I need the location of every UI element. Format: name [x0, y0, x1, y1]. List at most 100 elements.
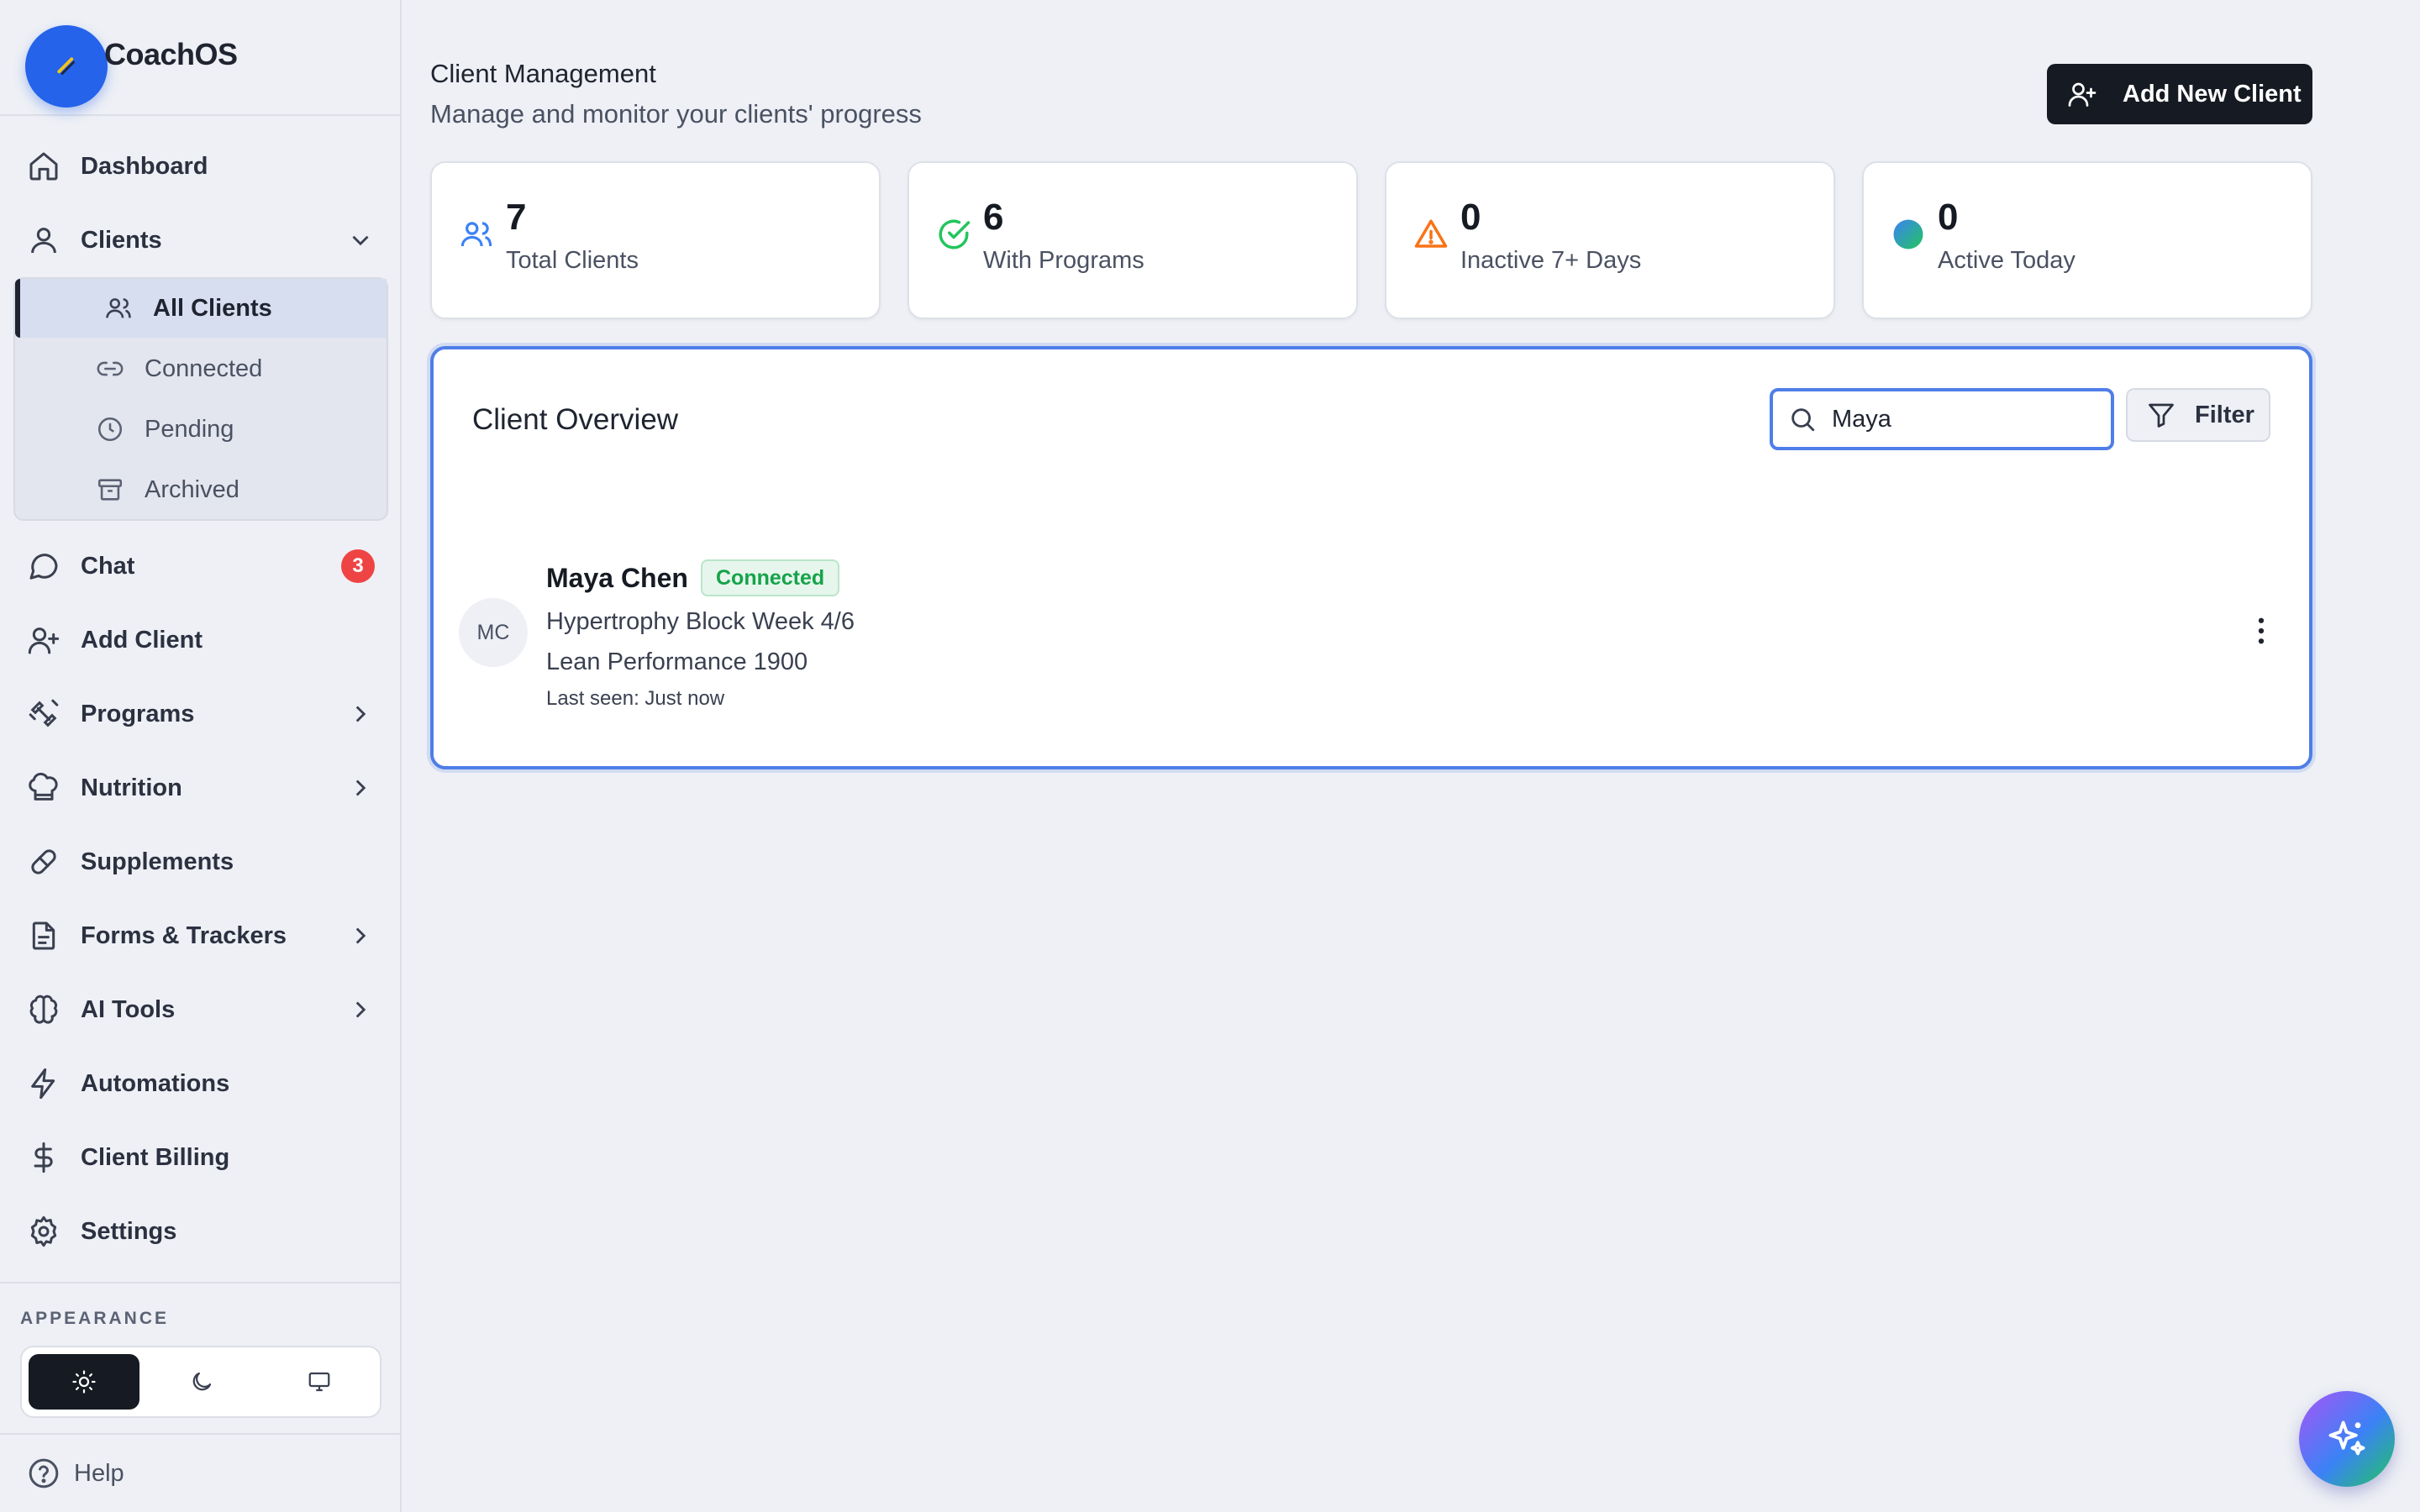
user-plus-icon — [2067, 79, 2097, 109]
submenu-item-label: All Clients — [153, 294, 272, 322]
sidebar-item-label: Automations — [81, 1069, 230, 1097]
stat-value: 0 — [1460, 197, 1481, 238]
theme-switch — [20, 1346, 381, 1418]
submenu-item-connected[interactable]: Connected — [15, 339, 387, 398]
users-icon — [459, 217, 494, 252]
client-overview-title: Client Overview — [472, 403, 679, 436]
sidebar-item-label: Programs — [81, 700, 195, 727]
sidebar-item-programs[interactable]: Programs — [0, 684, 400, 744]
more-options-icon[interactable] — [2244, 613, 2279, 648]
link-icon — [96, 354, 124, 383]
status-badge: Connected — [701, 559, 840, 596]
app-name: CoachOS — [104, 37, 238, 71]
submenu-item-archived[interactable]: Archived — [15, 460, 387, 519]
add-new-client-button[interactable]: Add New Client — [2047, 64, 2312, 124]
chevron-down-icon[interactable] — [346, 226, 375, 255]
chef-hat-icon — [27, 771, 60, 805]
sun-icon — [71, 1369, 97, 1394]
clock-icon — [96, 415, 124, 444]
stat-label: With Programs — [983, 247, 1144, 274]
users-icon — [104, 294, 133, 323]
sidebar-item-label: Chat — [81, 552, 135, 580]
chat-icon — [27, 549, 60, 583]
sidebar-item-label: Add Client — [81, 626, 203, 654]
check-circle-icon — [936, 217, 971, 252]
help-icon — [27, 1457, 60, 1490]
stat-card-with-programs: 6 With Programs — [908, 161, 1358, 319]
dumbbell-icon — [27, 697, 60, 731]
client-name[interactable]: Maya Chen — [546, 563, 688, 594]
user-plus-icon — [27, 623, 60, 657]
clients-submenu: All Clients Connected Pending Archived — [13, 277, 388, 521]
sidebar-item-label: Clients — [81, 226, 162, 254]
theme-dark-button[interactable] — [146, 1354, 257, 1410]
chevron-right-icon[interactable] — [346, 774, 375, 802]
sidebar-item-dashboard[interactable]: Dashboard — [0, 136, 400, 197]
stat-label: Active Today — [1938, 247, 2075, 274]
client-nutrition-plan: Lean Performance 1900 — [546, 648, 808, 675]
stat-card-total-clients: 7 Total Clients — [430, 161, 881, 319]
sidebar-item-ai-tools[interactable]: AI Tools — [0, 979, 400, 1040]
client-row[interactable]: MC Maya Chen Connected Hypertrophy Block… — [434, 543, 2309, 711]
stat-label: Inactive 7+ Days — [1460, 247, 1642, 274]
submenu-item-label: Connected — [145, 354, 263, 382]
theme-system-button[interactable] — [264, 1354, 375, 1410]
sidebar-item-forms-trackers[interactable]: Forms & Trackers — [0, 906, 400, 966]
sidebar-item-label: Dashboard — [81, 152, 208, 180]
stat-value: 6 — [983, 197, 1004, 238]
help-link[interactable]: Help — [0, 1433, 400, 1512]
sidebar-item-settings[interactable]: Settings — [0, 1201, 400, 1262]
logo-icon[interactable] — [25, 25, 108, 108]
chevron-right-icon[interactable] — [346, 921, 375, 950]
appearance-section: APPEARANCE — [0, 1282, 400, 1433]
sidebar-item-label: Supplements — [81, 848, 234, 875]
sidebar-item-label: Settings — [81, 1217, 177, 1245]
sidebar-item-automations[interactable]: Automations — [0, 1053, 400, 1114]
sidebar-item-nutrition[interactable]: Nutrition — [0, 758, 400, 818]
lightning-icon — [27, 1067, 60, 1100]
chevron-right-icon[interactable] — [346, 700, 375, 728]
submenu-item-label: Archived — [145, 475, 239, 503]
stat-label: Total Clients — [506, 247, 639, 274]
sidebar-item-label: Forms & Trackers — [81, 921, 287, 949]
sparkles-icon — [2325, 1417, 2369, 1461]
theme-light-button[interactable] — [29, 1354, 139, 1410]
brain-icon — [27, 993, 60, 1026]
sidebar-item-chat[interactable]: Chat 3 — [0, 536, 400, 596]
sidebar-item-client-billing[interactable]: Client Billing — [0, 1127, 400, 1188]
sidebar-item-supplements[interactable]: Supplements — [0, 832, 400, 892]
ai-assistant-button[interactable] — [2299, 1391, 2395, 1487]
unread-badge: 3 — [341, 549, 375, 583]
sidebar-item-clients[interactable]: Clients — [0, 210, 400, 270]
page-title: Client Management — [430, 59, 656, 88]
page-subtitle: Manage and monitor your clients' progres… — [430, 99, 922, 129]
document-icon — [27, 919, 60, 953]
warning-icon — [1413, 217, 1449, 252]
stat-value: 0 — [1938, 197, 1959, 238]
filter-icon — [2146, 400, 2176, 430]
submenu-item-pending[interactable]: Pending — [15, 400, 387, 459]
pill-icon — [27, 845, 60, 879]
stat-card-inactive: 0 Inactive 7+ Days — [1385, 161, 1835, 319]
filter-button[interactable]: Filter — [2126, 388, 2270, 442]
dollar-icon — [27, 1141, 60, 1174]
chevron-right-icon[interactable] — [346, 995, 375, 1024]
moon-icon — [189, 1369, 214, 1394]
gear-icon — [27, 1215, 60, 1248]
sidebar: CoachOS Dashboard Clients All Clients Co… — [0, 0, 402, 1512]
client-search[interactable] — [1770, 388, 2114, 450]
filter-label: Filter — [2195, 401, 2254, 428]
avatar: MC — [459, 598, 528, 667]
submenu-item-label: Pending — [145, 415, 234, 443]
user-icon — [27, 223, 60, 257]
stat-value: 7 — [506, 197, 527, 238]
search-input[interactable] — [1832, 398, 2101, 440]
client-program: Hypertrophy Block Week 4/6 — [546, 608, 855, 635]
submenu-item-all-clients[interactable]: All Clients — [15, 279, 387, 338]
sidebar-item-add-client[interactable]: Add Client — [0, 610, 400, 670]
help-label: Help — [74, 1459, 124, 1487]
sidebar-item-label: AI Tools — [81, 995, 176, 1023]
archive-icon — [96, 475, 124, 504]
appearance-title: APPEARANCE — [20, 1309, 170, 1328]
sidebar-item-label: Client Billing — [81, 1143, 230, 1171]
